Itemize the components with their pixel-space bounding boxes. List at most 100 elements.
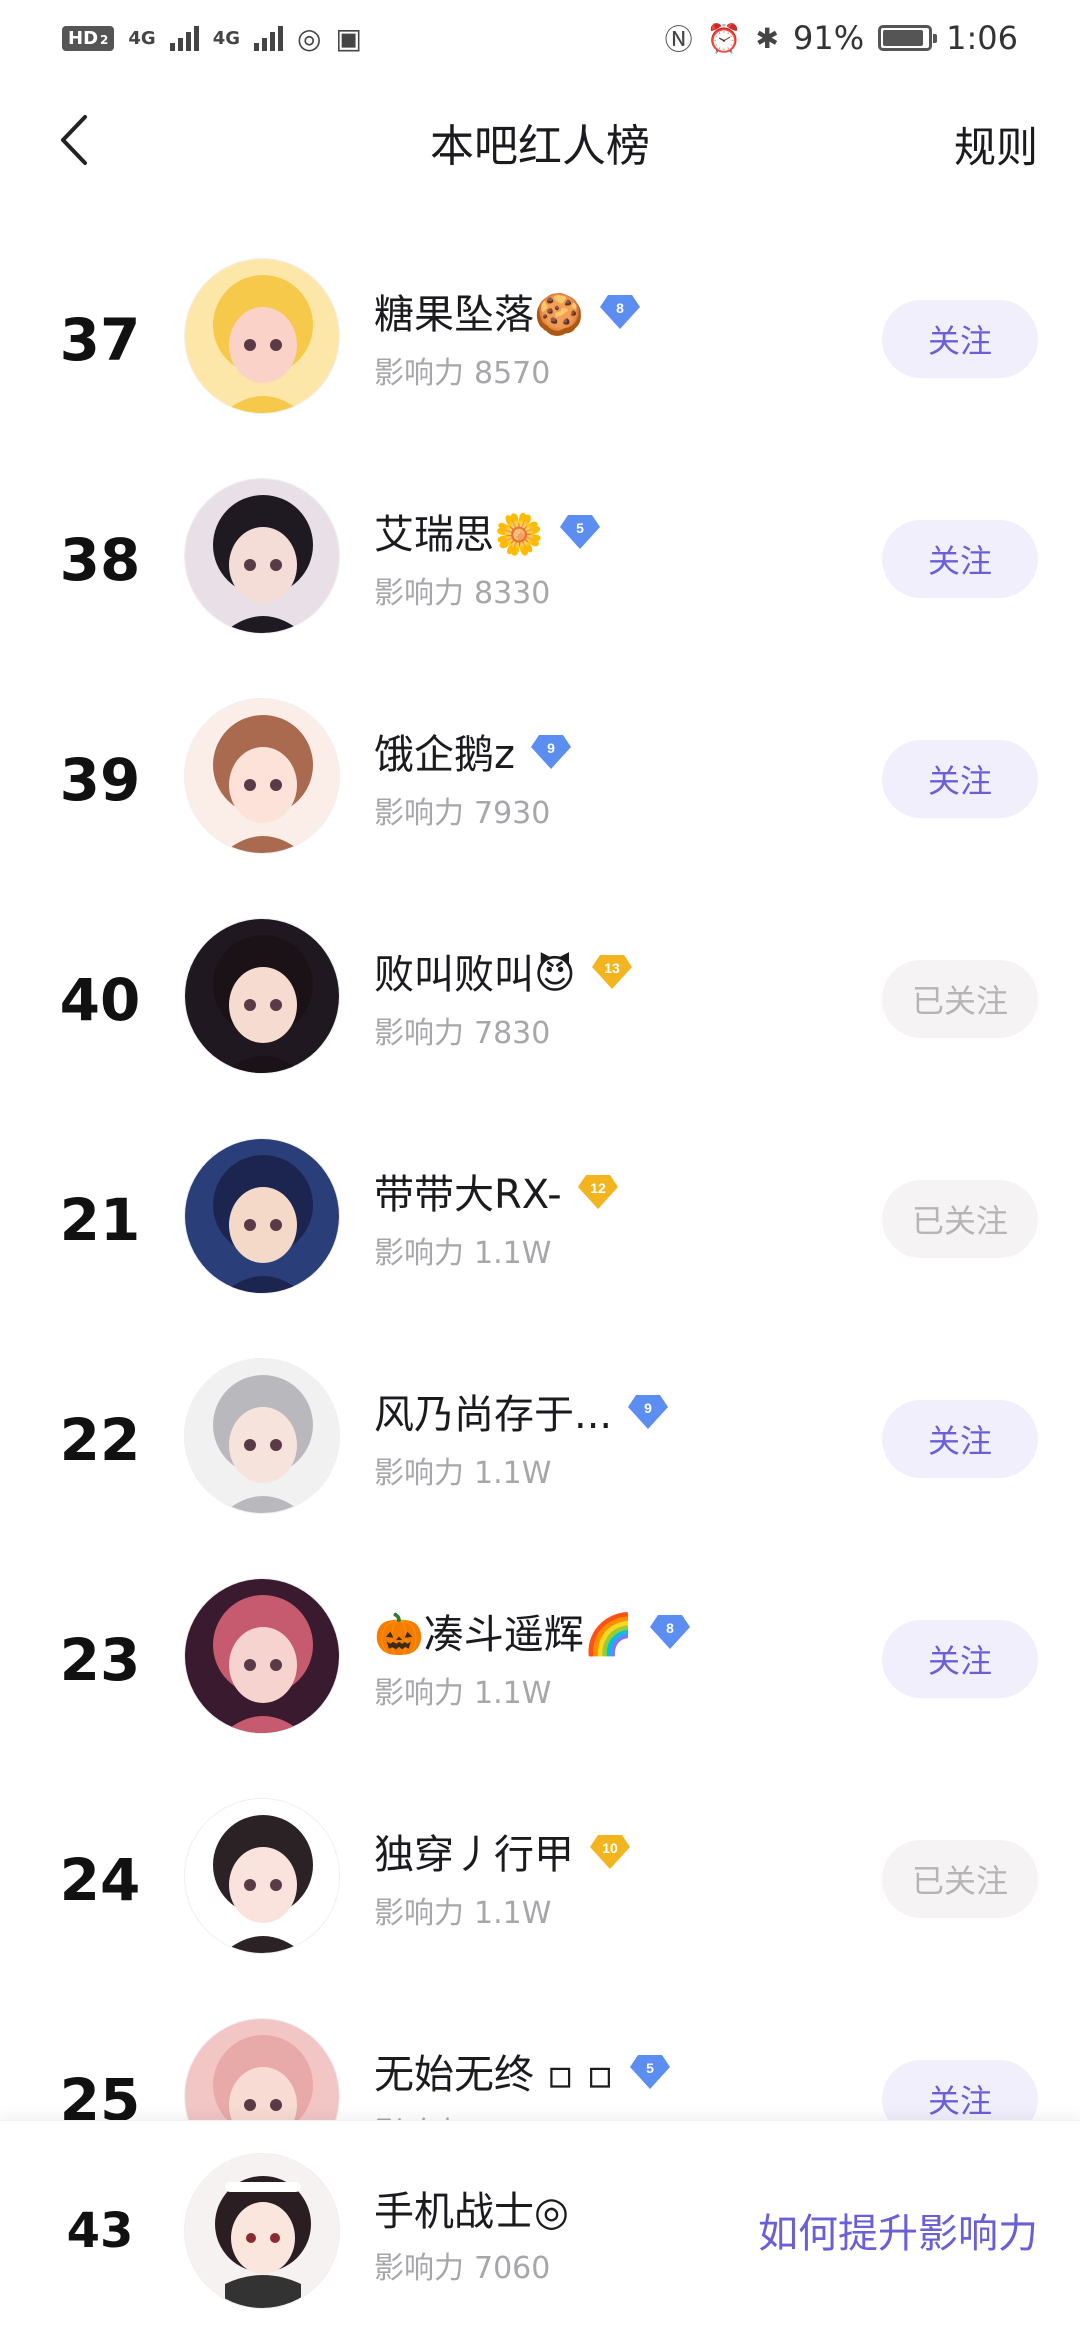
follow-button[interactable]: 关注 [882, 1620, 1038, 1698]
hd-sub: 2 [100, 32, 109, 47]
influence: 影响力1.1W [374, 1228, 551, 1272]
influence: 影响力1.1W [374, 1448, 551, 1492]
level-number: 8 [666, 1620, 674, 1636]
name-line: 败叫败叫😈 13 [374, 942, 634, 1000]
followed-button[interactable]: 已关注 [882, 1180, 1038, 1258]
level-number: 10 [602, 1840, 618, 1856]
list-item[interactable]: 23 🎃凑斗遥辉🌈 8 影响力 1.1W 关注 [0, 1550, 1080, 1770]
influence: 影响力 7930 [374, 788, 550, 832]
rank-number: 23 [59, 1626, 141, 1694]
level-number: 13 [604, 960, 620, 976]
user-avatar[interactable] [184, 2018, 340, 2120]
influence: 影响力 7830 [374, 1008, 550, 1052]
follow-button[interactable]: 关注 [882, 740, 1038, 818]
battery-icon [878, 25, 938, 51]
chevron-left-icon [61, 115, 87, 165]
diamond-icon: 10 [590, 1835, 630, 1869]
influence: 影响力 8330 [374, 568, 550, 612]
rank-number: 40 [59, 966, 141, 1034]
username: 风乃尚存于... [374, 1392, 613, 1438]
username: 败叫败叫😈 [374, 952, 576, 998]
level-number: 9 [547, 740, 555, 756]
influence: 影响力 8570 [374, 348, 550, 392]
rank-number: 39 [59, 746, 141, 814]
user-avatar[interactable] [184, 1798, 340, 1954]
my-influence: 影响力 7060 [374, 2243, 550, 2287]
avatar-image [185, 1139, 339, 1293]
user-avatar[interactable] [184, 1138, 340, 1294]
user-avatar[interactable] [184, 698, 340, 854]
followed-button[interactable]: 已关注 [882, 1840, 1038, 1918]
list-item[interactable]: 25 无始无终 ▫ ▫ 5 影响力1.1W 关注 [0, 1990, 1080, 2120]
level-badge-icon: 8 [598, 289, 642, 333]
name-line: 独穿丿行甲 10 [374, 1822, 632, 1880]
rank-number: 37 [59, 306, 141, 374]
avatar-image [185, 1359, 339, 1513]
diamond-icon: 8 [599, 295, 640, 329]
user-avatar[interactable] [184, 918, 340, 1074]
username: 饿企鹅z [374, 732, 515, 778]
level-number: 8 [616, 300, 624, 316]
influence-label: 影响力 [374, 1456, 464, 1491]
level-badge-icon: 13 [590, 949, 634, 993]
user-avatar[interactable] [184, 258, 340, 414]
list-item[interactable]: 22 风乃尚存于... 9 影响力 1.1W 关注 [0, 1330, 1080, 1550]
nfc-icon: Ⓝ [664, 23, 693, 56]
follow-button[interactable]: 关注 [882, 300, 1038, 378]
level-badge-icon: 5 [558, 509, 602, 553]
influence-label: 影响力 [374, 1676, 464, 1711]
influence-value: 7930 [474, 796, 551, 831]
level-badge-icon: 10 [588, 1829, 632, 1873]
influence-label: 影响力 [374, 1016, 464, 1051]
sync-icon: ◎ [297, 21, 322, 55]
username: 无始无终 ▫ ▫ [374, 2052, 614, 2098]
my-username: 手机战士◎ [374, 2189, 569, 2235]
status-bar-left: HD 2 4G 4G ◎ ▣ [62, 22, 362, 55]
influence: 影响力1.1W [374, 2108, 551, 2120]
signal-icon [169, 25, 199, 51]
list-item[interactable]: 39 饿企鹅z 9 影响力 7930 关注 [0, 670, 1080, 890]
signal-icon [254, 25, 283, 51]
avatar-image [185, 2019, 339, 2120]
my-rank-bar: 43 手机战士◎ 影响力 7060 如何提升影响力 [0, 2120, 1080, 2340]
level-badge-icon: 9 [626, 1389, 670, 1433]
my-name-line: 手机战士◎ [374, 2179, 569, 2237]
rules-button[interactable]: 规则 [954, 114, 1038, 175]
influence-value: 8330 [474, 576, 551, 611]
status-bar-right: Ⓝ ⏰ ✱ 91% 1:06 [665, 18, 1018, 58]
user-avatar[interactable] [184, 1358, 340, 1514]
ranking-list[interactable]: 37 糖果坠落🍪 8 影响力 8570 关注 38 艾瑞思🌼 5 影响力 8330 关注 39 饿企鹅z 9… [0, 230, 1080, 2120]
network-type-1: 4G [128, 27, 156, 49]
diamond-icon: 8 [649, 1615, 690, 1649]
list-item[interactable]: 38 艾瑞思🌼 5 影响力 8330 关注 [0, 450, 1080, 670]
diamond-icon: 12 [577, 1175, 618, 1209]
follow-button[interactable]: 关注 [882, 1400, 1038, 1478]
list-item[interactable]: 40 败叫败叫😈 13 影响力 7830 已关注 [0, 890, 1080, 1110]
influence-value: 7830 [474, 1016, 551, 1051]
follow-button[interactable]: 关注 [882, 2060, 1038, 2120]
diamond-icon: 9 [531, 735, 571, 769]
follow-button[interactable]: 关注 [882, 520, 1038, 598]
list-item[interactable]: 37 糖果坠落🍪 8 影响力 8570 关注 [0, 230, 1080, 450]
user-avatar[interactable] [184, 1578, 340, 1734]
influence-label: 影响力 [374, 356, 464, 391]
name-line: 风乃尚存于... 9 [374, 1382, 670, 1440]
clock: 1:06 [946, 19, 1018, 57]
back-button[interactable] [44, 110, 104, 170]
my-avatar[interactable] [184, 2153, 340, 2309]
rank-number: 22 [59, 1406, 141, 1474]
rank-number: 25 [59, 2066, 141, 2120]
followed-button[interactable]: 已关注 [882, 960, 1038, 1038]
bluetooth-icon: ✱ [755, 21, 780, 55]
list-item[interactable]: 21 带带大RX- 12 影响力 1.1W 已关注 [0, 1110, 1080, 1330]
level-number: 5 [576, 520, 584, 536]
user-avatar[interactable] [184, 478, 340, 634]
avatar-image [185, 2154, 339, 2308]
name-line: 艾瑞思🌼 5 [374, 502, 602, 560]
battery-fill [883, 30, 923, 46]
level-badge-icon: 9 [529, 729, 573, 773]
diamond-icon: 5 [629, 2055, 670, 2089]
list-item[interactable]: 24 独穿丿行甲 10 影响力 1.1W 已关注 [0, 1770, 1080, 1990]
username: 独穿丿行甲 [374, 1832, 574, 1878]
how-to-improve-link[interactable]: 如何提升影响力 [758, 2201, 1038, 2259]
